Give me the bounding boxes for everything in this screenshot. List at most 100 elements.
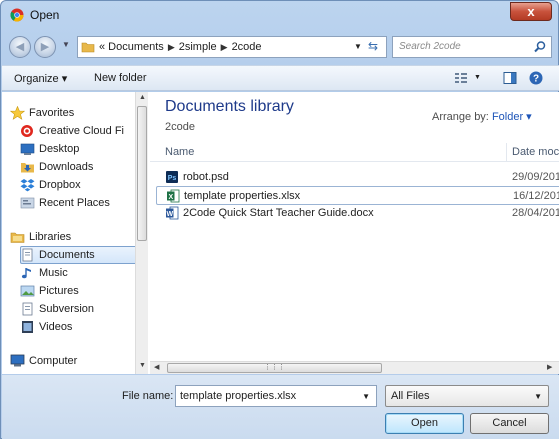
music-icon [21,268,31,279]
excel-file-icon: X [167,189,180,203]
search-input[interactable]: Search 2code [392,36,552,58]
star-icon [10,106,25,120]
nav-item-label: Favorites [29,107,75,119]
navigation-bar: ◀ ▶ ▼ « Documents ▶ 2simple ▶ 2code ▼ ⇆ Sear… [7,34,552,60]
svg-text:Ps: Ps [168,175,177,182]
breadcrumb-2code[interactable]: 2code [232,41,262,53]
cancel-button[interactable]: Cancel [470,413,549,434]
nav-item-label: Libraries [29,231,72,243]
title-bar: Open x [1,1,558,29]
dropbox-icon [20,179,35,192]
nav-item-label: Creative Cloud Fi [39,125,124,137]
address-dropdown-icon[interactable]: ▼ [354,42,362,51]
subversion-icon [22,302,33,316]
file-type-value: All Files [391,390,430,402]
arrange-by-dropdown[interactable]: Folder ▾ [492,111,532,123]
grip-icon: ⋮⋮⋮ [264,364,285,371]
open-button[interactable]: Open [385,413,464,434]
refresh-icon[interactable]: ⇆ [368,39,378,53]
breadcrumb-documents[interactable]: « Documents [99,41,164,53]
close-button[interactable]: x [510,2,552,21]
arrange-by: Arrange by: Folder ▾ [432,110,532,123]
content-area: Favorites Creative Cloud Fi Desktop Down… [2,92,559,374]
file-name-label: File name: [122,390,174,402]
scroll-left-icon[interactable]: ◀ [154,363,159,371]
help-icon[interactable]: ? [528,71,544,85]
file-name: robot.psd [183,171,229,183]
photoshop-file-icon: Ps [166,171,178,183]
file-row-robot[interactable]: Ps robot.psd 29/09/201 [156,168,559,187]
chevron-down-icon[interactable]: ▼ [362,392,370,401]
folder-icon [81,42,95,53]
arrange-by-label: Arrange by: [432,111,489,123]
window-title: Open [30,8,60,22]
column-name[interactable]: Name [165,146,194,158]
nav-item-label: Videos [39,321,73,333]
address-bar[interactable]: « Documents ▶ 2simple ▶ 2code ▼ ⇆ [77,36,387,58]
breadcrumb-separator-icon[interactable]: ▶ [221,42,228,52]
file-name: 2Code Quick Start Teacher Guide.docx [183,207,374,219]
chevron-down-icon: ▼ [534,392,542,401]
new-folder-button[interactable]: New folder [94,72,147,84]
nav-pane-scrollbar[interactable]: ▲ ▼ [135,92,148,374]
scroll-right-icon[interactable]: ▶ [547,363,552,371]
back-arrow-icon: ◀ [15,41,25,53]
nav-item-label: Dropbox [39,179,81,191]
file-name-value: template properties.xlsx [180,390,297,402]
libraries-icon [10,232,25,243]
breadcrumb-2simple[interactable]: 2simple [179,41,217,53]
file-row-quick-start-guide[interactable]: W 2Code Quick Start Teacher Guide.docx 2… [156,204,559,223]
dialog-footer: File name: template properties.xlsx ▼ Al… [2,375,559,439]
open-dialog: Open x ◀ ▶ ▼ « Documents ▶ 2simple ▶ 2code ▼… [0,0,559,439]
library-title: Documents library [165,98,294,115]
nav-item-label: Recent Places [39,197,110,209]
preview-pane-icon[interactable] [502,71,518,85]
view-dropdown-icon[interactable]: ▼ [474,74,481,81]
nav-item-label: Music [39,267,68,279]
svg-text:W: W [166,211,173,218]
pictures-icon [20,285,35,297]
scrollbar-thumb[interactable]: ⋮⋮⋮ [167,363,382,373]
nav-item-label: Computer [29,355,78,367]
navigation-pane[interactable]: Favorites Creative Cloud Fi Desktop Down… [2,92,148,374]
nav-item-label: Desktop [39,143,80,155]
documents-icon [22,248,33,262]
file-date: 16/12/201 [513,190,559,202]
command-toolbar: Organize ▾ New folder ▼ ? [2,65,559,91]
change-view-icon[interactable] [454,71,470,85]
file-type-select[interactable]: All Files ▼ [385,385,549,407]
file-date: 29/09/201 [512,171,559,183]
scrollbar-thumb[interactable] [137,106,147,241]
recent-locations-icon[interactable]: ▼ [62,40,70,49]
file-list-horizontal-scrollbar[interactable]: ◀ ⋮⋮⋮ ▶ [150,361,559,374]
videos-icon [22,321,33,333]
breadcrumb-separator-icon[interactable]: ▶ [168,42,175,52]
nav-item-label: Pictures [39,285,79,297]
desktop-icon [20,143,35,155]
search-placeholder: Search 2code [399,41,461,52]
chrome-icon [10,8,24,22]
forward-arrow-icon: ▶ [40,41,50,53]
file-name: template properties.xlsx [184,190,301,202]
forward-button[interactable]: ▶ [34,36,56,58]
scroll-up-icon[interactable]: ▲ [139,94,146,101]
breadcrumb: « Documents ▶ 2simple ▶ 2code [99,41,262,53]
search-icon[interactable] [533,40,547,54]
file-row-template-properties[interactable]: X template properties.xlsx 16/12/201 [156,186,559,205]
nav-item-label: Documents [39,249,95,261]
column-divider[interactable] [506,143,507,162]
scroll-down-icon[interactable]: ▼ [139,362,146,369]
svg-text:X: X [168,194,173,201]
nav-item-label: Subversion [39,303,95,315]
library-subtitle: 2code [165,121,195,133]
back-button[interactable]: ◀ [9,36,31,58]
file-date: 28/04/201 [512,207,559,219]
nav-item-label: Downloads [39,161,94,173]
file-name-input[interactable]: template properties.xlsx ▼ [175,385,377,407]
file-list-pane[interactable]: Documents library 2code Arrange by: Fold… [150,92,559,374]
column-header: Name Date moc [150,143,559,162]
svg-text:?: ? [533,74,539,85]
downloads-icon [21,163,34,173]
column-date-modified[interactable]: Date moc [512,146,559,158]
organize-button[interactable]: Organize ▾ [14,72,67,85]
